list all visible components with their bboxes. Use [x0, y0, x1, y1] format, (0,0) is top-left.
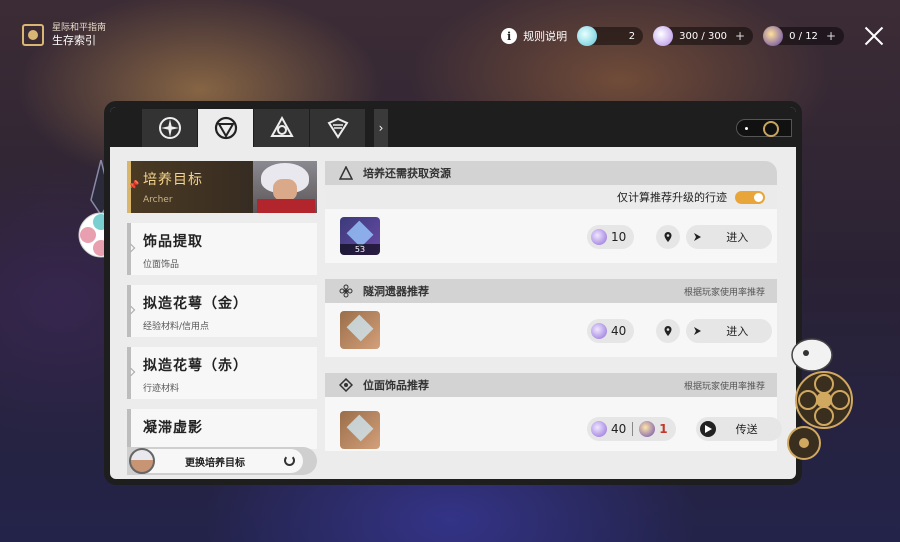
chevron-right-icon: [126, 243, 136, 253]
character-portrait: [253, 161, 317, 213]
recommended-only-row: 仅计算推荐升级的行迹: [325, 185, 777, 209]
power-orb-icon: [653, 26, 674, 46]
tab-compass[interactable]: [142, 109, 197, 147]
sidebar-item-subtitle: 行迹材料: [143, 384, 180, 394]
sidebar-item-subtitle: 经验材料/信用点: [143, 322, 210, 332]
enter-button[interactable]: 进入: [686, 225, 773, 249]
rules-button[interactable]: i 规则说明: [501, 28, 567, 44]
section-header-ornaments: 位面饰品推荐 根据玩家使用率推荐: [325, 373, 777, 397]
toggle-label: 仅计算推荐升级的行迹: [617, 191, 727, 204]
resource-1-value: 2: [628, 30, 636, 42]
pin-icon: 📌: [128, 181, 140, 191]
sidebar-item-title: 凝滞虚影: [143, 420, 203, 436]
triangle-emblem-icon: [269, 115, 294, 137]
location-button[interactable]: [656, 225, 681, 249]
sidebar-item-title: 拟造花萼（金）: [143, 296, 248, 312]
triangle-emblem-icon: [339, 166, 353, 180]
section-header-required: 培养还需获取资源: [325, 161, 777, 185]
tab-crest[interactable]: [310, 109, 365, 147]
resource-stellar-jade[interactable]: 2: [577, 26, 644, 46]
ornament-item[interactable]: [340, 411, 380, 449]
power-orb-icon: [591, 421, 607, 437]
location-pin-icon: [664, 326, 672, 336]
tab-target[interactable]: [198, 109, 253, 147]
location-button[interactable]: [656, 319, 681, 343]
reserve-orb-icon: [639, 421, 656, 437]
resource-row: 53 10 进入: [325, 209, 777, 263]
power-orb-icon: [591, 229, 607, 245]
resource-power[interactable]: 300 / 300 +: [653, 26, 754, 46]
tab-next-arrow[interactable]: ›: [374, 109, 388, 147]
avatar: [129, 448, 155, 474]
item-count: 53: [340, 244, 380, 255]
diamond-emblem-icon: [339, 378, 353, 392]
stellar-orb-icon: [577, 26, 598, 46]
location-pin-icon: [664, 232, 672, 242]
guide-title-small: 星际和平指南: [52, 23, 107, 33]
decorative-flowers-icon: [787, 338, 853, 460]
change-target-button[interactable]: 更换培养目标: [129, 448, 303, 474]
ornament-row: 40 1 传送: [325, 397, 782, 451]
sidebar-item-target[interactable]: 📌 培养目标 Archer: [127, 161, 317, 213]
cost-value: 40: [611, 324, 627, 338]
add-resource-2-button[interactable]: +: [735, 29, 745, 43]
arrow-right-icon: [694, 233, 702, 241]
info-icon: i: [501, 28, 518, 44]
main-panel: › 📌 培养目标 Archer 饰品提取 位面饰品 拟造花萼（金） 经验材料/信…: [104, 101, 802, 485]
resource-2-value: 300 / 300: [679, 30, 728, 42]
reserve-orb-icon: [763, 26, 784, 46]
sidebar-item-subtitle: 位面饰品: [143, 260, 180, 270]
section-title: 隧洞遗器推荐: [363, 285, 429, 298]
resource-3-value: 0 / 12: [789, 30, 818, 42]
sidebar-item-title: 拟造花萼（赤）: [143, 358, 248, 374]
guide-title: 星际和平指南 生存索引: [22, 22, 106, 48]
sidebar-item-calyx-crimson[interactable]: 拟造花萼（赤） 行迹材料: [126, 347, 317, 399]
material-item[interactable]: 53: [340, 217, 380, 255]
relic-item[interactable]: [340, 311, 380, 349]
cost-pill: 40 1: [587, 417, 676, 441]
emblem-pill: [736, 119, 792, 137]
recommended-only-toggle[interactable]: [735, 190, 765, 204]
resource-panel: 培养还需获取资源 仅计算推荐升级的行迹 53 10 进入 隧洞遗器推荐 根据玩家…: [325, 161, 782, 451]
chevron-right-icon: [126, 305, 136, 315]
flower-icon: [339, 284, 353, 298]
guide-title-big: 生存索引: [52, 34, 96, 47]
crest-icon: [327, 117, 348, 139]
change-target-bar: 更换培养目标: [127, 447, 317, 475]
resource-reserve[interactable]: 0 / 12 +: [763, 26, 844, 46]
tab-bar: ›: [110, 107, 796, 147]
section-header-relics: 隧洞遗器推荐 根据玩家使用率推荐: [325, 279, 777, 303]
teleport-button[interactable]: 传送: [695, 417, 782, 441]
emblem-icon: [763, 121, 779, 137]
cost-value: 10: [611, 230, 627, 244]
cost-pill: 10: [587, 225, 635, 249]
sidebar-item-ornament-extraction[interactable]: 饰品提取 位面饰品: [126, 223, 317, 275]
section-title: 培养还需获取资源: [363, 167, 451, 180]
add-resource-3-button[interactable]: +: [826, 29, 836, 43]
section-title: 位面饰品推荐: [363, 379, 429, 392]
sidebar-item-calyx-gold[interactable]: 拟造花萼（金） 经验材料/信用点: [126, 285, 317, 337]
top-bar: i 规则说明 2 300 / 300 + 0 / 12 +: [501, 26, 884, 46]
change-target-label: 更换培养目标: [185, 457, 245, 469]
relic-row: 40 进入: [325, 303, 777, 357]
section-note: 根据玩家使用率推荐: [683, 287, 765, 298]
power-orb-icon: [591, 323, 607, 339]
chevron-right-icon: [126, 367, 136, 377]
target-icon: [214, 116, 237, 140]
enter-button[interactable]: 进入: [686, 319, 773, 343]
refresh-icon: [284, 455, 295, 466]
section-note: 根据玩家使用率推荐: [683, 381, 765, 392]
sidebar-item-title: 饰品提取: [143, 234, 203, 250]
cost-pill: 40: [587, 319, 635, 343]
tab-triangle-emblem[interactable]: [254, 109, 309, 147]
teleport-icon: [699, 421, 716, 437]
close-icon[interactable]: [864, 26, 884, 46]
arrow-right-icon: [694, 327, 702, 335]
rules-label: 规则说明: [523, 30, 568, 43]
compass-icon: [158, 117, 181, 139]
cost-value: 40: [611, 422, 627, 436]
guide-book-icon: [22, 24, 44, 46]
cost-value-2: 1: [659, 422, 668, 436]
sidebar-item-stagnant-shadow[interactable]: 凝滞虚影: [127, 409, 317, 449]
